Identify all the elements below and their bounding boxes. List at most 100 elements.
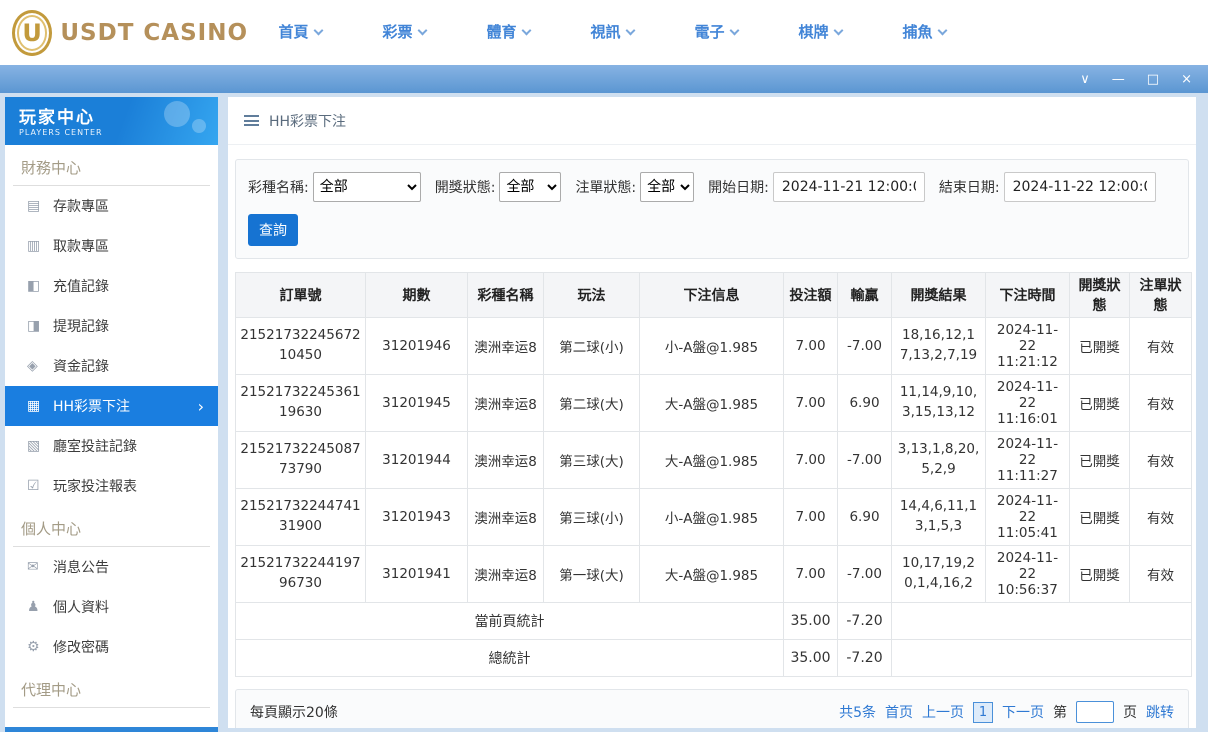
cell-bet: 7.00 (783, 431, 838, 489)
cell-order_status: 有效 (1129, 545, 1192, 603)
nav-item-label: 棋牌 (798, 23, 829, 41)
column-header: 開獎狀態 (1069, 272, 1130, 318)
cell-winloss: 6.90 (837, 488, 892, 546)
nav-item-5[interactable]: 棋牌 (768, 0, 872, 65)
cell-period: 31201944 (365, 431, 468, 489)
cell-play: 第三球(大) (543, 431, 640, 489)
sidebar-subtitle: PLAYERS CENTER (19, 128, 103, 137)
cell-info: 小-A盤@1.985 (639, 488, 784, 546)
filter-row: 彩種名稱:全部開獎狀態:全部注單狀態:全部開始日期:結束日期: (248, 172, 1176, 202)
cell-lottery: 澳洲幸运8 (467, 545, 544, 603)
sidebar-item-funds-record[interactable]: ◈ 資金記錄 (5, 346, 218, 386)
sidebar-item-deposit[interactable]: ▤ 存款專區 (5, 186, 218, 226)
start-date-label: 開始日期: (708, 180, 769, 196)
table-row: 2152173224536119630 31201945 澳洲幸运8 第二球(大) 大-… (235, 374, 1192, 432)
change-password-icon: ⚙ (27, 639, 40, 655)
jump-suffix-label: 页 (1123, 705, 1137, 721)
prev-page-link[interactable]: 上一页 (922, 702, 964, 722)
draw-status-select[interactable]: 全部 (499, 172, 562, 202)
order-status-select[interactable]: 全部 (640, 172, 695, 202)
nav-item-2[interactable]: 體育 (456, 0, 560, 65)
cell-winloss: -7.00 (837, 545, 892, 603)
cell-order_status: 有效 (1129, 374, 1192, 432)
bets-table: 訂單號 期數 彩種名稱 玩法 下注信息 投注額 輸贏 開獎結果 下注時間 開獎狀態 注單狀態 215… (235, 272, 1192, 677)
page-jump-input[interactable] (1076, 701, 1114, 723)
minimize-icon[interactable]: — (1112, 73, 1125, 86)
nav-item-4[interactable]: 電子 (664, 0, 768, 65)
cell-winloss: 6.90 (837, 374, 892, 432)
nav-item-3[interactable]: 視訊 (560, 0, 664, 65)
cell-bet: 7.00 (783, 374, 838, 432)
withdraw-icon: ▥ (27, 238, 41, 254)
column-header: 投注額 (783, 272, 838, 318)
cell-draw_status: 已開獎 (1069, 374, 1130, 432)
logo-icon: U (12, 9, 53, 56)
logo[interactable]: U USDT CASINO (0, 9, 248, 56)
jump-link[interactable]: 跳转 (1146, 702, 1174, 722)
sidebar-item-hall-bet-record[interactable]: ▧ 廳室投註記錄 (5, 426, 218, 466)
cell-result: 3,13,1,8,20,5,2,9 (891, 431, 986, 489)
cell-order: 2152173224567210450 (235, 317, 366, 375)
nav-item-6[interactable]: 捕魚 (872, 0, 976, 65)
search-button[interactable]: 查詢 (248, 214, 298, 246)
cashout-record-icon: ◨ (27, 318, 41, 334)
start-date-input[interactable] (772, 172, 925, 202)
sidebar-item-label: 提現記錄 (53, 319, 109, 335)
sidebar-item-hh-lottery-bets[interactable]: ▦ HH彩票下注 › (5, 386, 218, 426)
cell-lottery: 澳洲幸运8 (467, 488, 544, 546)
next-page-link[interactable]: 下一页 (1002, 702, 1044, 722)
main-content: 彩種名稱:全部開獎狀態:全部注單狀態:全部開始日期:結束日期: 查詢 訂單號期數… (228, 145, 1196, 728)
nav-item-1[interactable]: 彩票 (352, 0, 456, 65)
cell-order: 2152173224419796730 (235, 545, 366, 603)
end-date-input[interactable] (1003, 172, 1156, 202)
first-page-link[interactable]: 首页 (885, 702, 913, 722)
cell-lottery: 澳洲幸运8 (467, 431, 544, 489)
cell-period: 31201943 (365, 488, 468, 546)
end-date-group: 結束日期: (939, 172, 1156, 202)
deposit-icon: ▤ (27, 198, 41, 214)
cell-info: 大-A盤@1.985 (639, 545, 784, 603)
lottery-name-select[interactable]: 全部 (312, 172, 421, 202)
main-panel: HH彩票下注 彩種名稱:全部開獎狀態:全部注單狀態:全部開始日期:結束日期: 查… (228, 97, 1196, 728)
current-page[interactable]: 1 (973, 701, 993, 723)
cell-time: 2024-11-22 11:05:41 (985, 488, 1070, 546)
sidebar-item-change-password[interactable]: ⚙ 修改密碼 (5, 627, 218, 667)
chevron-down-icon (417, 25, 427, 36)
column-header: 下注信息 (639, 272, 784, 318)
summary-bet: 35.00 (783, 639, 838, 677)
window-title-bar: ∨ — □ × (0, 65, 1208, 93)
table-row: 2152173224419796730 31201941 澳洲幸运8 第一球(大) 大-… (235, 545, 1192, 603)
total-count: 共5条 (839, 705, 876, 721)
sidebar-item-recharge-record[interactable]: ◧ 充值記錄 (5, 266, 218, 306)
close-icon[interactable]: × (1181, 73, 1192, 86)
collapse-icon[interactable]: ∨ (1080, 73, 1090, 86)
cell-time: 2024-11-22 11:16:01 (985, 374, 1070, 432)
sidebar-item-cashout-record[interactable]: ◨ 提現記錄 (5, 306, 218, 346)
cell-play: 第三球(小) (543, 488, 640, 546)
cell-info: 大-A盤@1.985 (639, 431, 784, 489)
menu-icon[interactable] (244, 115, 259, 126)
cell-draw_status: 已開獎 (1069, 431, 1130, 489)
chevron-down-icon (729, 25, 739, 36)
column-header: 訂單號 (235, 272, 366, 318)
sidebar-item-profile[interactable]: ♟ 個人資料 (5, 587, 218, 627)
sidebar-item-player-bet-report[interactable]: ☑ 玩家投注報表 (5, 466, 218, 506)
pagination-bar: 每頁顯示20條 共5条 首页 上一页 1 下一页 第 页 跳转 (235, 689, 1189, 728)
recharge-record-icon: ◧ (27, 278, 41, 294)
top-nav: 首頁 彩票 體育 視訊 電子 棋牌 捕魚 (248, 0, 976, 65)
chevron-down-icon (833, 25, 843, 36)
nav-item-0[interactable]: 首頁 (248, 0, 352, 65)
cell-info: 小-A盤@1.985 (639, 317, 784, 375)
nav-item-label: 捕魚 (902, 23, 933, 41)
player-bet-report-icon: ☑ (27, 478, 40, 494)
sidebar-section-title: 個人中心 (13, 506, 210, 547)
chevron-down-icon (625, 25, 635, 36)
sidebar-item-announcements[interactable]: ✉ 消息公告 (5, 547, 218, 587)
chevron-down-icon (937, 25, 947, 36)
sidebar-item-withdraw[interactable]: ▥ 取款專區 (5, 226, 218, 266)
nav-item-label: 首頁 (278, 23, 309, 41)
maximize-icon[interactable]: □ (1147, 73, 1159, 86)
column-header: 玩法 (543, 272, 640, 318)
draw-status-label: 開獎狀態: (434, 180, 496, 196)
sidebar: 玩家中心 PLAYERS CENTER 財務中心 ▤ 存款專區 ▥ 取款專區 ◧ 充值記錄 ◨… (5, 97, 218, 732)
